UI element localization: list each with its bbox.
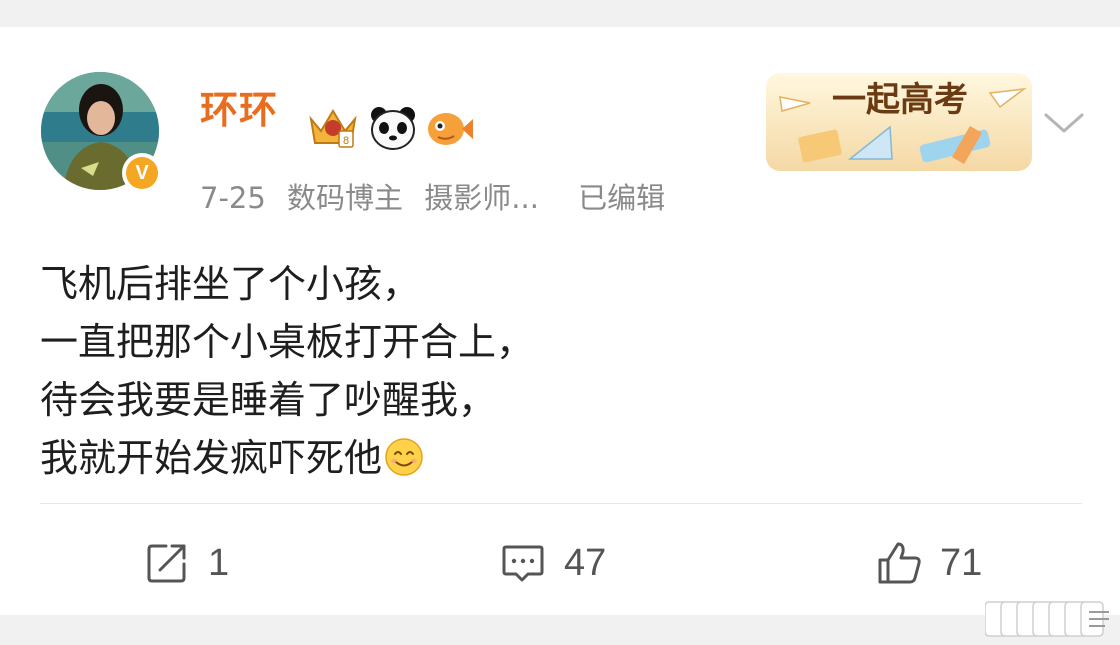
- crown-badge-icon[interactable]: 8: [305, 101, 361, 153]
- username[interactable]: 环环: [200, 79, 278, 134]
- comment-button[interactable]: 47: [500, 538, 606, 588]
- post-line-last: 我就开始发疯吓死他: [40, 429, 534, 487]
- weibo-post-card: V 环环 8 7-25 数码博主 摄影师... 已编辑 一起高考 飞机后排坐了个…: [0, 27, 1120, 615]
- fish-badge-icon[interactable]: [424, 107, 474, 151]
- post-line: 待会我要是睡着了吵醒我，: [40, 378, 497, 422]
- repost-count: 1: [208, 541, 230, 584]
- post-line-text: 我就开始发疯吓死他: [40, 436, 383, 480]
- like-button[interactable]: 71: [876, 538, 982, 588]
- author-tag: 数码博主: [287, 181, 404, 215]
- panda-badge-icon[interactable]: [368, 103, 418, 151]
- edited-label[interactable]: 已编辑: [578, 181, 665, 215]
- post-body: 飞机后排坐了个小孩， 一直把那个小桌板打开合上， 待会我要是睡着了吵醒我， 我就…: [40, 255, 534, 487]
- verified-badge-icon: V: [122, 153, 162, 193]
- repost-icon: [147, 544, 186, 583]
- post-line: 飞机后排坐了个小孩，: [40, 262, 421, 306]
- bottom-strip: [0, 615, 1120, 645]
- comment-count: 47: [564, 541, 607, 584]
- banner-text: 一起高考: [832, 80, 968, 120]
- post-meta: 7-25 数码博主 摄影师... 已编辑: [200, 175, 677, 217]
- repost-button[interactable]: 1: [144, 538, 229, 588]
- thumbs-up-icon: [878, 542, 921, 584]
- gaokao-banner[interactable]: 一起高考: [760, 67, 1038, 177]
- post-line: 一直把那个小桌板打开合上，: [40, 320, 535, 364]
- post-date: 7-25: [200, 181, 266, 215]
- scroll-indicator-icon[interactable]: [985, 600, 1115, 640]
- smile-emoji-icon: [385, 438, 423, 476]
- svg-text:8: 8: [343, 135, 349, 147]
- chevron-down-icon[interactable]: [1040, 109, 1088, 139]
- like-count: 71: [940, 541, 983, 584]
- comment-icon: [502, 545, 544, 582]
- author-tag: 摄影师...: [424, 181, 539, 215]
- top-strip: [0, 0, 1120, 27]
- divider: [40, 503, 1082, 504]
